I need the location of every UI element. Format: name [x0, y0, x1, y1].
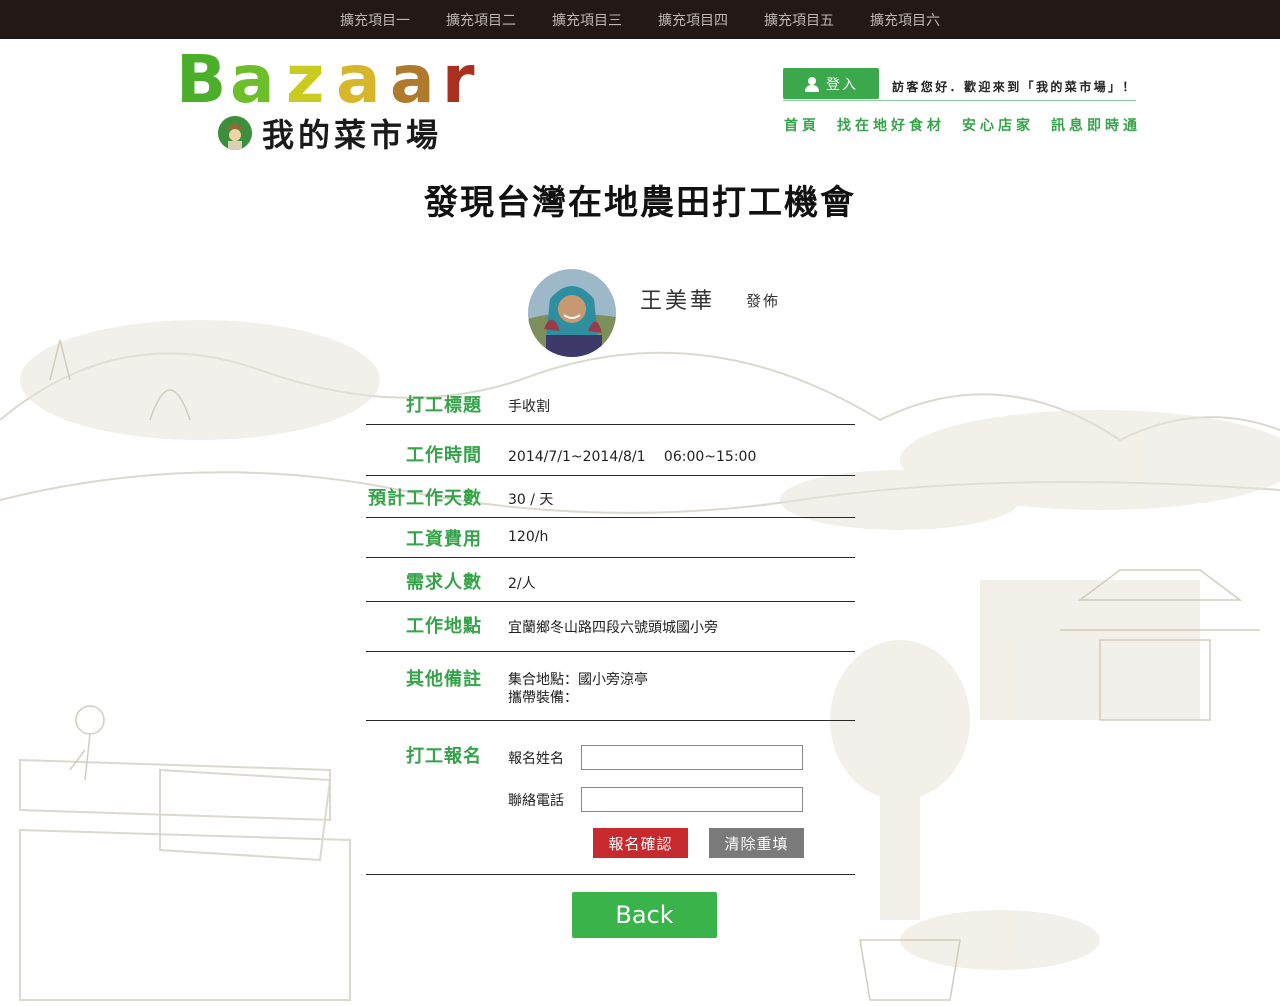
nav-home[interactable]: 首頁: [784, 115, 820, 135]
bazaar-logo-mark: B a z a a r: [176, 46, 475, 108]
svg-text:a: a: [230, 46, 275, 108]
topnav-item-1[interactable]: 擴充項目一: [322, 10, 428, 30]
row-notes: 其他備註 集合地點：國小旁涼亭 攜帶裝備：: [366, 652, 855, 721]
notes-line-1: 集合地點：國小旁涼亭: [508, 672, 648, 688]
signup-name-label: 報名姓名: [508, 750, 564, 767]
row-work-days: 預計工作天數 30 / 天: [366, 476, 855, 518]
publisher-name: 王美華: [640, 289, 716, 314]
topnav-item-4[interactable]: 擴充項目四: [640, 10, 746, 30]
svg-text:a: a: [390, 46, 435, 108]
user-icon: [805, 76, 819, 92]
signup-name-row: 報名姓名: [508, 745, 803, 770]
publisher-avatar[interactable]: [528, 269, 616, 357]
header-divider: [783, 100, 1136, 101]
people-needed-value: 2/人: [508, 576, 536, 592]
main-nav: 首頁 找在地好食材 安心店家 訊息即時通: [784, 115, 1158, 135]
topnav-item-2[interactable]: 擴充項目二: [428, 10, 534, 30]
signup-phone-row: 聯絡電話: [508, 787, 803, 812]
nav-find-ingredients[interactable]: 找在地好食材: [837, 115, 945, 135]
page-title: 發現台灣在地農田打工機會: [424, 183, 856, 223]
work-days-value: 30 / 天: [508, 492, 554, 508]
row-work-time: 工作時間 2014/7/1~2014/8/1 06:00~15:00: [366, 425, 855, 476]
farmer-mascot-icon: [218, 116, 252, 150]
job-title-label: 打工標題: [406, 395, 482, 416]
nav-safe-stores[interactable]: 安心店家: [962, 115, 1034, 135]
work-time-label: 工作時間: [406, 445, 482, 466]
row-wage: 工資費用 120/h: [366, 518, 855, 558]
topnav-item-3[interactable]: 擴充項目三: [534, 10, 640, 30]
location-value: 宜蘭鄉冬山路四段六號頭城國小旁: [508, 620, 718, 636]
svg-text:a: a: [336, 46, 381, 108]
topnav-item-5[interactable]: 擴充項目五: [746, 10, 852, 30]
job-title-value: 手收割: [508, 399, 550, 415]
signup-phone-label: 聯絡電話: [508, 792, 564, 809]
login-label: 登入: [826, 75, 858, 92]
row-job-title: 打工標題 手收割: [366, 380, 855, 425]
topnav-item-6[interactable]: 擴充項目六: [852, 10, 958, 30]
login-button[interactable]: 登入: [783, 68, 879, 99]
nav-messages[interactable]: 訊息即時通: [1051, 115, 1141, 135]
people-needed-label: 需求人數: [406, 572, 482, 593]
signup-phone-input[interactable]: [581, 787, 803, 812]
work-days-label: 預計工作天數: [368, 488, 482, 509]
publish-label: 發佈: [746, 292, 781, 310]
svg-text:z: z: [286, 46, 324, 108]
signup-confirm-button[interactable]: 報名確認: [593, 828, 688, 858]
notes-label: 其他備註: [406, 669, 482, 690]
site-subtitle: 我的菜市場: [262, 116, 443, 154]
signup-name-input[interactable]: [581, 745, 803, 770]
back-button[interactable]: Back: [572, 892, 717, 938]
location-label: 工作地點: [406, 616, 482, 637]
job-detail-table: 打工標題 手收割 工作時間 2014/7/1~2014/8/1 06:00~15…: [366, 380, 855, 875]
row-people-needed: 需求人數 2/人: [366, 558, 855, 602]
signup-label: 打工報名: [406, 746, 482, 767]
welcome-message: 訪客您好．歡迎來到「我的菜市場」！: [892, 80, 1137, 94]
row-signup: 打工報名 報名姓名 聯絡電話 報名確認 清除重填: [366, 721, 855, 875]
notes-line-2: 攜帶裝備：: [508, 690, 578, 706]
work-time-value: 2014/7/1~2014/8/1 06:00~15:00: [508, 449, 757, 465]
publisher-info: 王美華 發佈: [528, 269, 828, 359]
wage-value: 120/h: [508, 529, 549, 545]
wage-label: 工資費用: [406, 529, 482, 550]
svg-text:r: r: [442, 46, 475, 108]
top-extension-nav: 擴充項目一 擴充項目二 擴充項目三 擴充項目四 擴充項目五 擴充項目六: [0, 0, 1280, 39]
clear-form-button[interactable]: 清除重填: [709, 828, 804, 858]
row-location: 工作地點 宜蘭鄉冬山路四段六號頭城國小旁: [366, 602, 855, 652]
site-logo[interactable]: B a z a a r 我的菜市場: [176, 46, 486, 154]
svg-text:B: B: [176, 46, 226, 108]
